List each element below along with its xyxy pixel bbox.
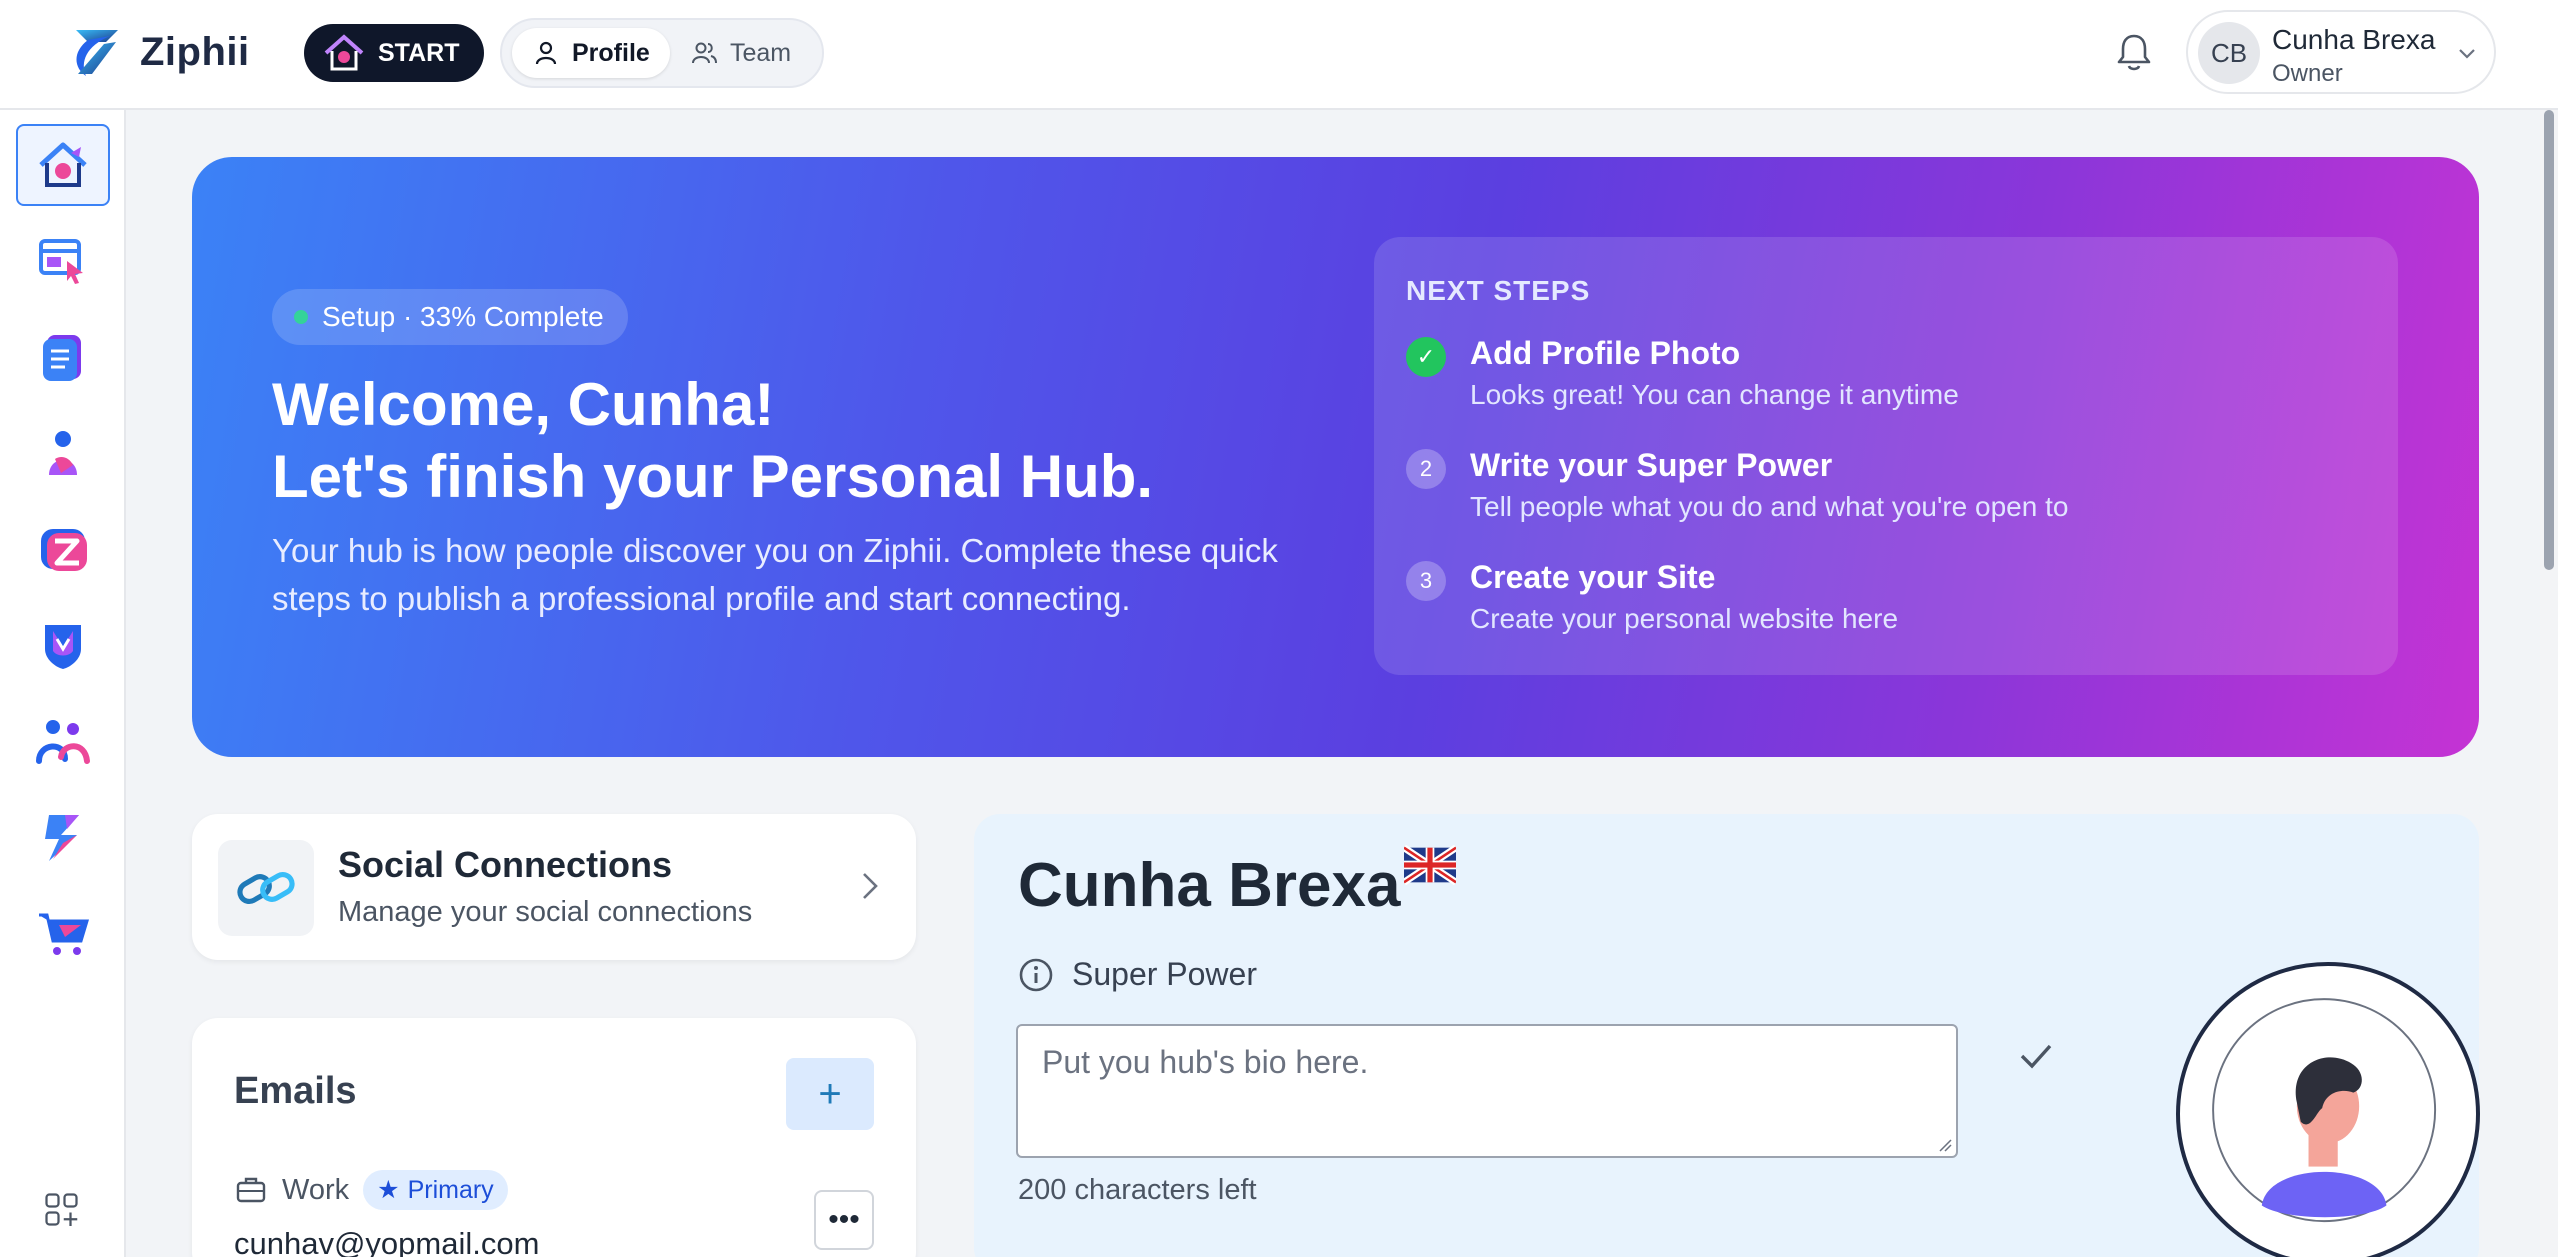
sidebar-item-shield-app[interactable] xyxy=(16,604,110,686)
app-sidebar xyxy=(0,110,126,1257)
z-app-icon xyxy=(41,529,87,571)
tab-profile[interactable]: Profile xyxy=(512,28,670,78)
notifications-bell-icon[interactable] xyxy=(2112,30,2156,74)
setup-progress-badge: Setup · 33% Complete xyxy=(272,289,628,345)
characters-left: 200 characters left xyxy=(1018,1174,1257,1206)
sidebar-item-lightning-app[interactable] xyxy=(16,796,110,878)
uk-flag-icon xyxy=(1404,844,1456,886)
bio-placeholder: Put you hub's bio here. xyxy=(1042,1044,1369,1080)
chevron-down-icon xyxy=(2459,49,2475,59)
user-role: Owner xyxy=(2272,60,2343,87)
tab-team-label: Team xyxy=(730,38,792,67)
welcome-hero: Setup · 33% Complete Welcome, Cunha! Let… xyxy=(192,157,2479,757)
step-description: Create your personal website here xyxy=(1470,603,1899,634)
app-name: Ziphii xyxy=(140,29,250,74)
sidebar-item-person[interactable] xyxy=(16,412,110,494)
social-icon-box xyxy=(218,840,314,936)
super-power-label: Super Power xyxy=(1018,956,1257,993)
star-icon: ★ xyxy=(377,1176,400,1204)
start-label: START xyxy=(378,38,460,67)
email-address: cunhav@yopmail.com xyxy=(234,1226,540,1257)
hero-title-line1: Welcome, Cunha! xyxy=(272,371,775,438)
profile-name: Cunha Brexa xyxy=(1018,851,1401,920)
email-type-row: Work ★ Primary xyxy=(234,1170,508,1210)
hero-title-line2: Let's finish your Personal Hub. xyxy=(272,443,1154,510)
email-type-label: Work xyxy=(282,1173,350,1206)
sidebar-item-community[interactable] xyxy=(16,700,110,782)
add-apps-icon xyxy=(45,1193,78,1226)
user-icon xyxy=(535,41,557,65)
sidebar-item-home-hub[interactable] xyxy=(16,124,110,206)
emails-card: Emails + Work ★ Primary cunhav@yopmail.c… xyxy=(192,1018,916,1257)
home-hub-icon xyxy=(39,142,87,187)
sidebar-item-documents[interactable] xyxy=(16,316,110,398)
users-icon xyxy=(692,42,717,64)
sidebar-item-z-app[interactable] xyxy=(16,508,110,590)
primary-badge: ★ Primary xyxy=(363,1170,508,1210)
hero-title: Welcome, Cunha! Let's finish your Person… xyxy=(272,369,1153,513)
info-icon[interactable] xyxy=(1018,957,1054,993)
save-bio-check-icon[interactable] xyxy=(2014,1034,2058,1078)
profile-avatar-illustration xyxy=(2212,998,2437,1223)
site-builder-icon xyxy=(39,239,83,284)
tab-profile-label: Profile xyxy=(572,38,650,67)
lightning-app-icon xyxy=(45,815,79,861)
sidebar-item-shop[interactable] xyxy=(16,892,110,974)
page-scrollbar[interactable] xyxy=(2540,110,2558,1257)
person-icon xyxy=(49,431,77,475)
profile-panel: Cunha Brexa Super Power Put you hub's bi… xyxy=(974,814,2480,1257)
shop-cart-icon xyxy=(39,913,90,955)
user-menu[interactable]: CB Cunha Brexa Owner xyxy=(2186,10,2496,94)
resize-handle-icon[interactable] xyxy=(1938,1138,1952,1152)
user-name: Cunha Brexa xyxy=(2272,24,2436,55)
social-connections-card[interactable]: Social Connections Manage your social co… xyxy=(192,814,916,960)
status-dot xyxy=(294,310,308,324)
shield-app-icon xyxy=(45,625,81,669)
documents-icon xyxy=(43,335,81,381)
tab-team[interactable]: Team xyxy=(670,28,811,78)
add-email-button[interactable]: + xyxy=(786,1058,874,1130)
link-icon xyxy=(237,871,295,905)
super-power-text: Super Power xyxy=(1072,956,1257,992)
top-bar: Ziphii START Profile Team CB Cunha Brexa… xyxy=(0,0,2558,110)
step-title: Write your Super Power xyxy=(1470,447,1833,483)
step-description: Tell people what you do and what you're … xyxy=(1470,491,2069,522)
start-button[interactable]: START xyxy=(304,24,484,82)
social-connections-title: Social Connections xyxy=(338,844,673,885)
next-steps-heading: NEXT STEPS xyxy=(1406,275,1591,306)
step-number: 2 xyxy=(1406,449,1446,489)
chevron-right-icon xyxy=(863,873,878,899)
profile-photo[interactable] xyxy=(2176,962,2480,1257)
briefcase-icon xyxy=(236,1177,266,1203)
community-icon xyxy=(36,720,90,764)
view-switcher: Profile Team xyxy=(500,18,824,88)
scrollbar-thumb[interactable] xyxy=(2544,110,2554,570)
check-icon: ✓ xyxy=(1406,337,1446,377)
home-rocket-icon xyxy=(324,34,364,71)
setup-progress-text: Setup · 33% Complete xyxy=(322,301,604,332)
step-number: 3 xyxy=(1406,561,1446,601)
step-description: Looks great! You can change it anytime xyxy=(1470,379,1959,410)
hero-description: Your hub is how people discover you on Z… xyxy=(272,532,1278,617)
step-title: Add Profile Photo xyxy=(1470,335,1741,371)
social-connections-subtitle: Manage your social connections xyxy=(338,896,753,928)
avatar: CB xyxy=(2198,22,2260,84)
sidebar-add-apps[interactable] xyxy=(16,1170,110,1252)
email-more-button[interactable]: ••• xyxy=(814,1190,874,1250)
ziphii-logo[interactable]: Ziphii xyxy=(66,22,250,82)
step-title: Create your Site xyxy=(1470,559,1716,595)
next-steps-card: NEXT STEPS ✓ Add Profile Photo Looks gre… xyxy=(1374,237,2398,675)
bio-textarea[interactable]: Put you hub's bio here. xyxy=(1016,1024,1958,1158)
sidebar-item-site-builder[interactable] xyxy=(16,220,110,302)
emails-title: Emails xyxy=(234,1070,357,1112)
ziphii-logo-icon xyxy=(76,30,118,76)
primary-badge-label: Primary xyxy=(407,1175,494,1204)
